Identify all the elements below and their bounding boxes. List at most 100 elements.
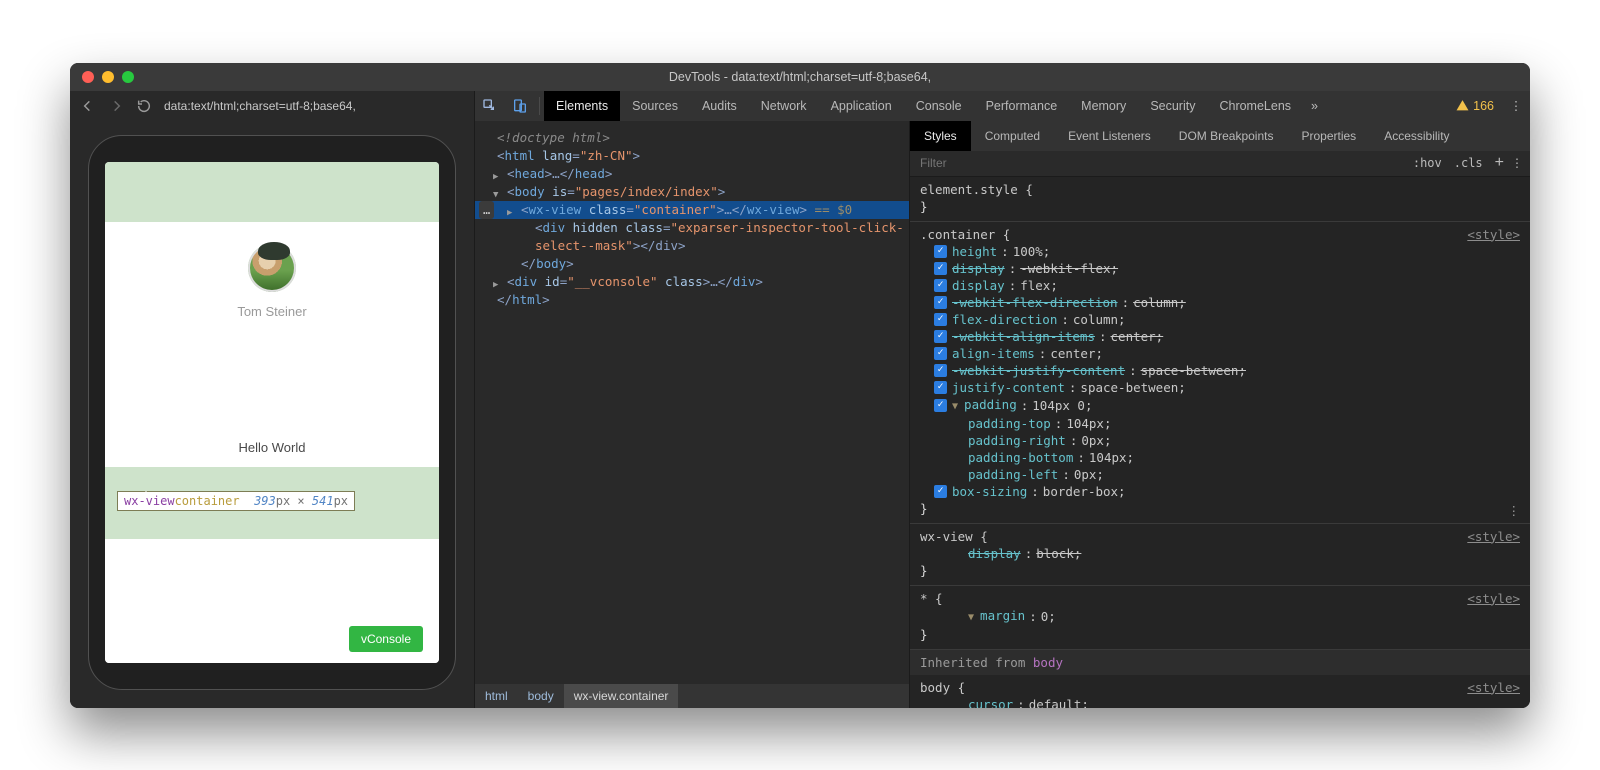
styles-subtabs: Styles Computed Event Listeners DOM Brea… xyxy=(910,121,1530,151)
minimize-icon[interactable] xyxy=(102,71,114,83)
css-declaration[interactable]: flex-direction: column; xyxy=(934,311,1520,328)
subtab-accessibility[interactable]: Accessibility xyxy=(1370,121,1463,151)
dom-line: ▶<div id="__vconsole" class>…</div> xyxy=(475,273,909,291)
tab-audits[interactable]: Audits xyxy=(690,91,749,121)
reload-icon[interactable] xyxy=(136,98,152,114)
tab-performance[interactable]: Performance xyxy=(974,91,1070,121)
rule-source-link[interactable]: <style> xyxy=(1467,590,1520,607)
toggle-checkbox[interactable] xyxy=(934,399,947,412)
toggle-checkbox[interactable] xyxy=(934,279,947,292)
css-declaration[interactable]: justify-content: space-between; xyxy=(934,379,1520,396)
css-declaration[interactable]: cursor: default; xyxy=(934,696,1520,708)
crumb-html[interactable]: html xyxy=(475,684,518,708)
subtab-dombreakpoints[interactable]: DOM Breakpoints xyxy=(1165,121,1288,151)
toggle-checkbox[interactable] xyxy=(934,313,947,326)
tab-application[interactable]: Application xyxy=(819,91,904,121)
username-label: Tom Steiner xyxy=(237,304,306,319)
rule-source-link[interactable]: <style> xyxy=(1467,226,1520,243)
toggle-checkbox[interactable] xyxy=(934,330,947,343)
titlebar: DevTools - data:text/html;charset=utf-8;… xyxy=(70,63,1530,91)
subtab-computed[interactable]: Computed xyxy=(971,121,1054,151)
dom-line: </html> xyxy=(475,291,909,309)
main-tabs: Elements Sources Audits Network Applicat… xyxy=(475,91,1530,121)
dom-panel: <!doctype html> <html lang="zh-CN"> ▶<he… xyxy=(475,121,910,708)
styles-filter-input[interactable] xyxy=(920,156,1407,170)
address-bar: data:text/html;charset=utf-8;base64, xyxy=(70,91,474,121)
new-rule-icon[interactable]: + xyxy=(1489,154,1510,172)
dom-line: <html lang="zh-CN"> xyxy=(475,147,909,165)
rule-container: .container { <style> height: 100%;displa… xyxy=(910,222,1530,524)
tab-console[interactable]: Console xyxy=(904,91,974,121)
toggle-checkbox[interactable] xyxy=(934,364,947,377)
css-declaration[interactable]: -webkit-justify-content: space-between; xyxy=(934,362,1520,379)
rule-source-link[interactable]: <style> xyxy=(1467,679,1520,696)
app-header-bg xyxy=(105,162,439,222)
styles-list[interactable]: element.style { } .container { <style> h… xyxy=(910,177,1530,708)
subtab-properties[interactable]: Properties xyxy=(1287,121,1370,151)
divider xyxy=(539,97,540,115)
toggle-checkbox[interactable] xyxy=(934,296,947,309)
warnings-badge[interactable]: 166 xyxy=(1448,99,1502,113)
vconsole-button[interactable]: vConsole xyxy=(349,626,423,652)
toggle-checkbox[interactable] xyxy=(934,245,947,258)
css-declaration[interactable]: -webkit-flex-direction: column; xyxy=(934,294,1520,311)
toggle-checkbox[interactable] xyxy=(934,347,947,360)
tab-memory[interactable]: Memory xyxy=(1069,91,1138,121)
dom-line: select--mask"></div> xyxy=(475,237,909,255)
rule-body: body { <style> cursor: default;-webkit-u… xyxy=(910,675,1530,708)
dom-line-selected: …▶<wx-view class="container">…</wx-view>… xyxy=(475,201,909,219)
styles-kebab-icon[interactable]: ⋮ xyxy=(1510,156,1524,170)
forward-icon[interactable] xyxy=(108,98,124,114)
css-declaration[interactable]: display: flex; xyxy=(934,277,1520,294)
zoom-icon[interactable] xyxy=(122,71,134,83)
css-declaration[interactable]: -webkit-align-items: center; xyxy=(934,328,1520,345)
back-icon[interactable] xyxy=(80,98,96,114)
tabs-overflow-icon[interactable]: » xyxy=(1303,99,1326,113)
rule-universal: * { <style> ▼ margin: 0; } xyxy=(910,586,1530,650)
warnings-count: 166 xyxy=(1473,99,1494,113)
window-title: DevTools - data:text/html;charset=utf-8;… xyxy=(669,70,931,84)
hello-label: Hello World xyxy=(239,440,306,455)
inherited-from-label: Inherited from body xyxy=(910,650,1530,675)
toggle-checkbox[interactable] xyxy=(934,262,947,275)
crumb-body[interactable]: body xyxy=(518,684,564,708)
css-declaration[interactable]: display: -webkit-flex; xyxy=(934,260,1520,277)
close-icon[interactable] xyxy=(82,71,94,83)
css-declaration[interactable]: box-sizing: border-box; xyxy=(934,483,1520,500)
subtab-styles[interactable]: Styles xyxy=(910,121,971,151)
kebab-menu-icon[interactable]: ⋮ xyxy=(1502,98,1530,113)
subtab-eventlisteners[interactable]: Event Listeners xyxy=(1054,121,1165,151)
css-declaration[interactable]: align-items: center; xyxy=(934,345,1520,362)
device-frame: Tom Steiner Hello World wx-viewcontainer… xyxy=(88,135,456,690)
tab-chromelens[interactable]: ChromeLens xyxy=(1207,91,1303,121)
tab-network[interactable]: Network xyxy=(749,91,819,121)
rule-source-link[interactable]: <style> xyxy=(1467,528,1520,545)
crumb-wxview[interactable]: wx-view.container xyxy=(564,684,679,708)
hov-button[interactable]: :hov xyxy=(1407,156,1448,170)
css-declaration[interactable]: display: block; xyxy=(934,545,1520,562)
url-text[interactable]: data:text/html;charset=utf-8;base64, xyxy=(164,99,356,113)
dom-line: <!doctype html> xyxy=(475,129,909,147)
css-declaration[interactable]: padding-top: 104px; xyxy=(934,415,1520,432)
cls-button[interactable]: .cls xyxy=(1448,156,1489,170)
css-declaration[interactable]: padding-bottom: 104px; xyxy=(934,449,1520,466)
toggle-checkbox[interactable] xyxy=(934,381,947,394)
app-content: Tom Steiner Hello World xyxy=(105,222,439,467)
app-footer-bg: vConsole xyxy=(105,539,439,663)
dom-line: ▼<body is="pages/index/index"> xyxy=(475,183,909,201)
rule-element-style: element.style { } xyxy=(910,177,1530,222)
tab-security[interactable]: Security xyxy=(1138,91,1207,121)
device-toggle-icon[interactable] xyxy=(505,91,535,121)
tab-elements[interactable]: Elements xyxy=(544,91,620,121)
tab-sources[interactable]: Sources xyxy=(620,91,690,121)
toggle-checkbox[interactable] xyxy=(934,485,947,498)
styles-panel: Styles Computed Event Listeners DOM Brea… xyxy=(910,121,1530,708)
css-declaration[interactable]: height: 100%; xyxy=(934,243,1520,260)
inspect-icon[interactable] xyxy=(475,91,505,121)
css-declaration[interactable]: padding-right: 0px; xyxy=(934,432,1520,449)
css-declaration[interactable]: ▼ padding: 104px 0; xyxy=(934,396,1520,415)
css-declaration[interactable]: padding-left: 0px; xyxy=(934,466,1520,483)
dom-line: ▶<head>…</head> xyxy=(475,165,909,183)
css-declaration[interactable]: ▼ margin: 0; xyxy=(934,607,1520,626)
dom-tree[interactable]: <!doctype html> <html lang="zh-CN"> ▶<he… xyxy=(475,121,909,684)
